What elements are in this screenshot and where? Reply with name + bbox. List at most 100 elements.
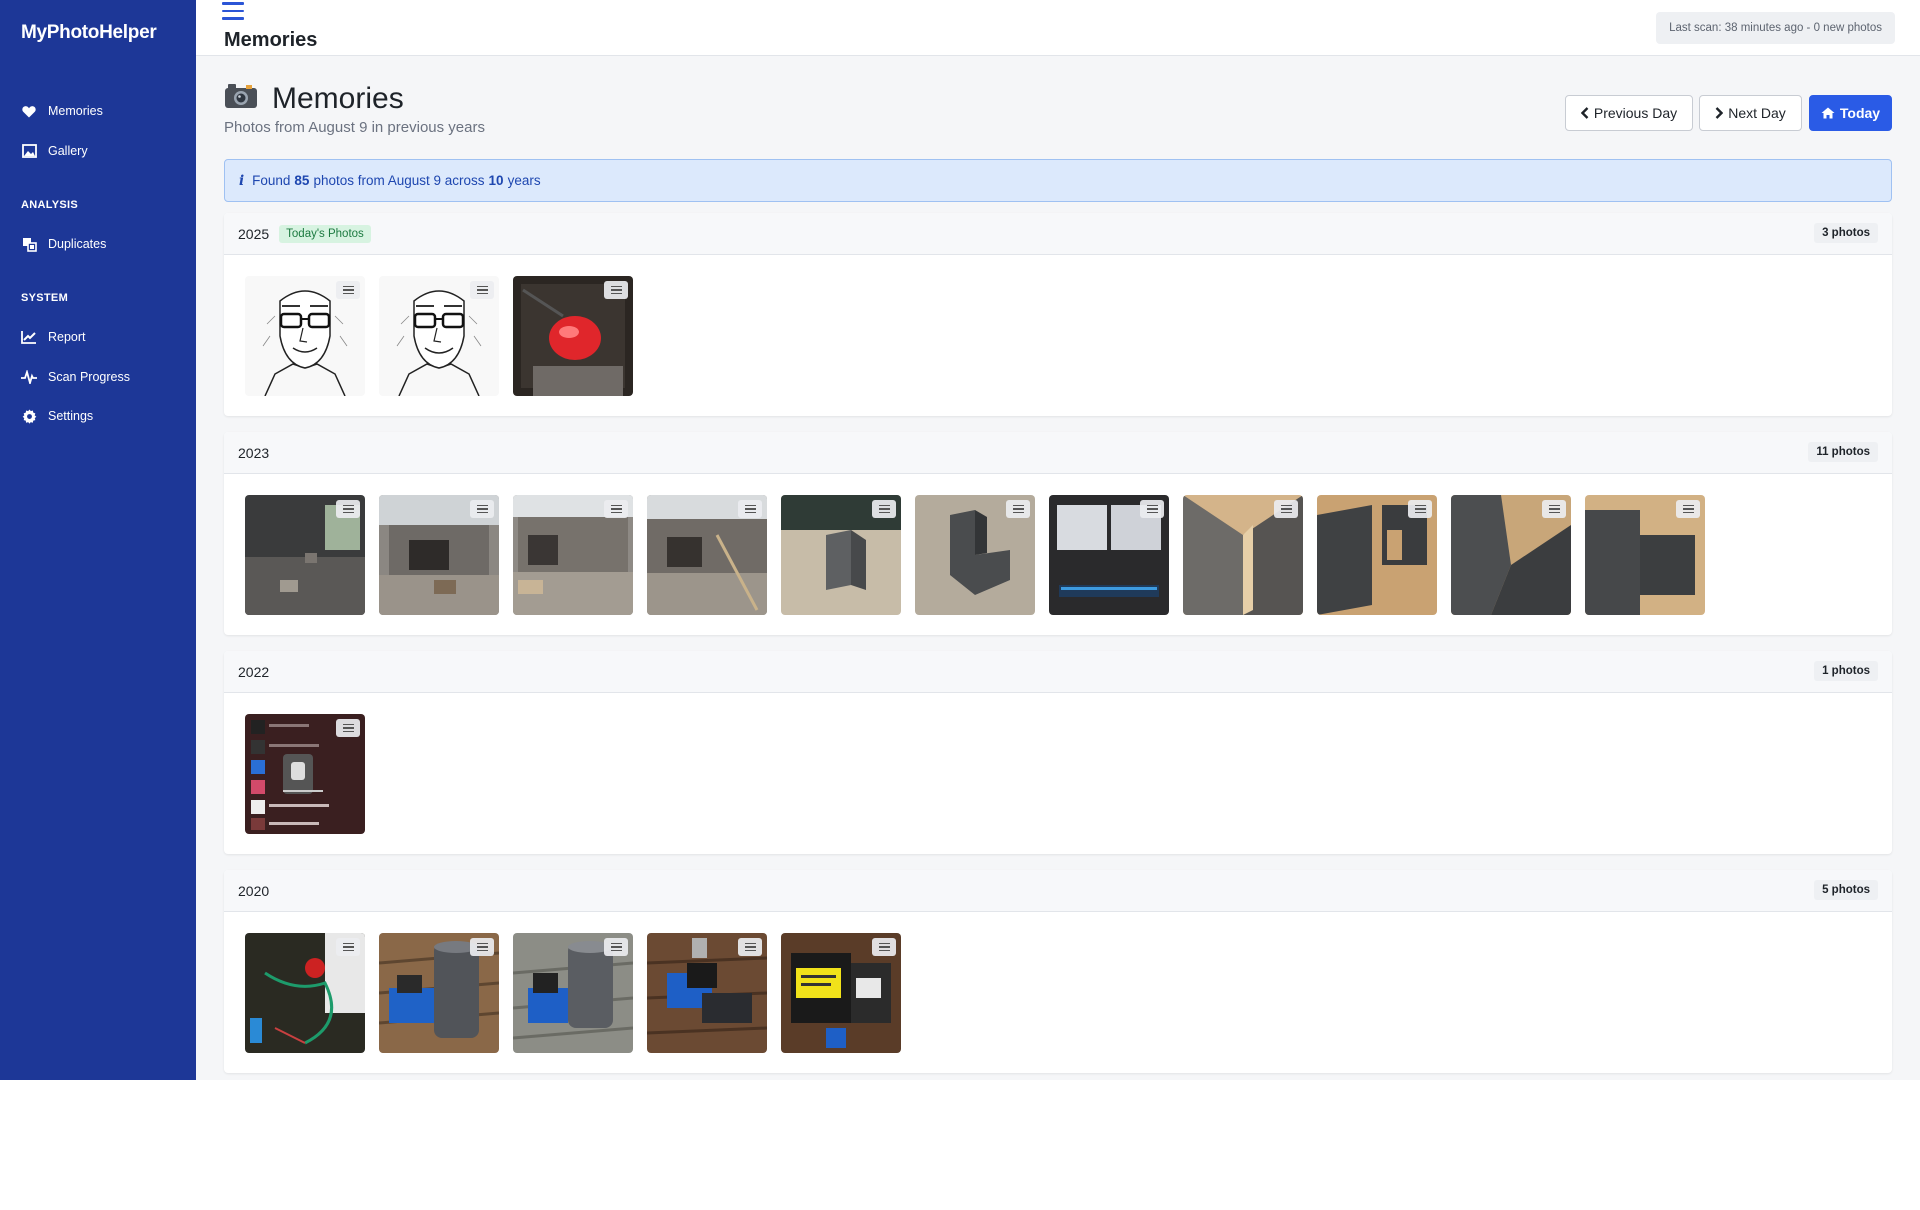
photo-thumbnail[interactable] — [647, 495, 767, 615]
photo-thumbnail[interactable] — [915, 495, 1035, 615]
hamburger-menu-icon[interactable] — [222, 2, 244, 20]
sidebar-item-label: Gallery — [48, 144, 88, 158]
photo-thumbnail[interactable] — [1049, 495, 1169, 615]
page-subtitle: Photos from August 9 in previous years — [224, 119, 485, 136]
info-prefix: Found — [252, 173, 291, 188]
photo-thumbnail[interactable] — [245, 495, 365, 615]
photo-count-badge: 1 photos — [1814, 661, 1878, 681]
sidebar-item-scan-progress[interactable]: Scan Progress — [21, 366, 130, 388]
gear-icon — [21, 408, 37, 424]
photo-count-badge: 3 photos — [1814, 223, 1878, 243]
page-title-text: Memories — [272, 82, 404, 115]
photo-menu-icon[interactable] — [470, 281, 494, 299]
page-header: Memories Photos from August 9 in previou… — [224, 82, 485, 136]
photo-menu-icon[interactable] — [336, 938, 360, 956]
photo-menu-icon[interactable] — [470, 938, 494, 956]
photo-menu-icon[interactable] — [1274, 500, 1298, 518]
nav-section-analysis: ANALYSIS — [21, 199, 79, 211]
info-year-count: 10 — [488, 173, 504, 188]
photo-thumbnail[interactable] — [781, 495, 901, 615]
today-label: Today — [1839, 105, 1881, 121]
photo-thumbnail[interactable] — [647, 933, 767, 1053]
image-icon — [21, 143, 37, 159]
photo-menu-icon[interactable] — [604, 500, 628, 518]
photo-menu-icon[interactable] — [738, 500, 762, 518]
photo-thumbnail[interactable] — [1317, 495, 1437, 615]
photo-thumbnail[interactable] — [1585, 495, 1705, 615]
photo-menu-icon[interactable] — [872, 500, 896, 518]
info-alert: i Found 85 photos from August 9 across 1… — [224, 159, 1892, 202]
year-label: 2022 — [238, 663, 270, 680]
photo-thumbnail[interactable] — [379, 495, 499, 615]
chevron-left-icon — [1580, 107, 1589, 119]
today-button[interactable]: Today — [1809, 95, 1892, 131]
sidebar-item-label: Report — [48, 330, 86, 344]
main-content: Memories Last scan: 38 minutes ago - 0 n… — [196, 0, 1920, 1080]
photo-menu-icon[interactable] — [470, 500, 494, 518]
sidebar-item-label: Scan Progress — [48, 370, 130, 384]
brand-logo[interactable]: MyPhotoHelper — [21, 22, 157, 44]
sidebar-item-settings[interactable]: Settings — [21, 405, 93, 427]
photo-thumbnail[interactable] — [379, 933, 499, 1053]
sidebar-item-duplicates[interactable]: Duplicates — [21, 233, 106, 255]
chart-line-icon — [21, 329, 37, 345]
info-icon: i — [239, 172, 245, 189]
sidebar-item-label: Duplicates — [48, 237, 107, 251]
photo-menu-icon[interactable] — [336, 500, 360, 518]
photo-menu-icon[interactable] — [604, 281, 628, 299]
photo-menu-icon[interactable] — [1140, 500, 1164, 518]
info-middle: photos from August 9 across — [313, 173, 485, 188]
year-header: 2025 Today's Photos 3 photos — [224, 213, 1892, 255]
photo-thumbnail[interactable] — [1183, 495, 1303, 615]
year-card-2020: 2020 5 photos — [224, 870, 1892, 1073]
photo-menu-icon[interactable] — [604, 938, 628, 956]
photo-thumbnail[interactable] — [513, 276, 633, 396]
photo-thumbnail[interactable] — [513, 933, 633, 1053]
photo-menu-icon[interactable] — [1408, 500, 1432, 518]
photo-count-badge: 11 photos — [1808, 442, 1878, 462]
sidebar-item-report[interactable]: Report — [21, 326, 86, 348]
camera-icon — [224, 83, 258, 116]
year-card-2022: 2022 1 photos — [224, 651, 1892, 854]
next-day-button[interactable]: Next Day — [1699, 95, 1802, 131]
photo-menu-icon[interactable] — [1676, 500, 1700, 518]
duplicates-icon — [21, 236, 37, 252]
photo-grid — [245, 933, 915, 1053]
year-label: 2023 — [238, 444, 270, 461]
nav-section-system: SYSTEM — [21, 292, 69, 304]
photo-thumbnail[interactable] — [1451, 495, 1571, 615]
photo-thumbnail[interactable] — [245, 714, 365, 834]
previous-day-button[interactable]: Previous Day — [1565, 95, 1693, 131]
year-card-2025: 2025 Today's Photos 3 photos — [224, 213, 1892, 416]
photo-menu-icon[interactable] — [872, 938, 896, 956]
sidebar-item-gallery[interactable]: Gallery — [21, 140, 88, 162]
page-title: Memories — [224, 82, 485, 116]
photo-thumbnail[interactable] — [513, 495, 633, 615]
photo-menu-icon[interactable] — [336, 281, 360, 299]
photo-thumbnail[interactable] — [379, 276, 499, 396]
year-header: 2020 5 photos — [224, 870, 1892, 912]
next-day-label: Next Day — [1728, 105, 1786, 121]
photo-count-badge: 5 photos — [1814, 880, 1878, 900]
photo-menu-icon[interactable] — [1006, 500, 1030, 518]
app-root: MyPhotoHelper Memories Gallery ANALYSIS … — [0, 0, 1920, 1080]
photo-thumbnail[interactable] — [781, 933, 901, 1053]
sidebar-item-memories[interactable]: Memories — [21, 100, 103, 122]
previous-day-label: Previous Day — [1593, 105, 1678, 121]
year-label: 2025 — [238, 225, 270, 242]
pulse-icon — [21, 369, 37, 385]
year-header: 2022 1 photos — [224, 651, 1892, 693]
year-header: 2023 11 photos — [224, 432, 1892, 474]
info-photo-count: 85 — [294, 173, 310, 188]
top-bar-title: Memories — [224, 29, 318, 51]
sidebar-item-label: Memories — [48, 104, 103, 118]
photo-menu-icon[interactable] — [1542, 500, 1566, 518]
top-bar: Memories Last scan: 38 minutes ago - 0 n… — [196, 0, 1920, 56]
last-scan-status: Last scan: 38 minutes ago - 0 new photos — [1656, 12, 1895, 44]
sidebar: MyPhotoHelper Memories Gallery ANALYSIS … — [0, 0, 196, 1080]
photo-thumbnail[interactable] — [245, 933, 365, 1053]
photo-menu-icon[interactable] — [738, 938, 762, 956]
photo-menu-icon[interactable] — [336, 719, 360, 737]
home-icon — [1821, 107, 1835, 119]
photo-thumbnail[interactable] — [245, 276, 365, 396]
